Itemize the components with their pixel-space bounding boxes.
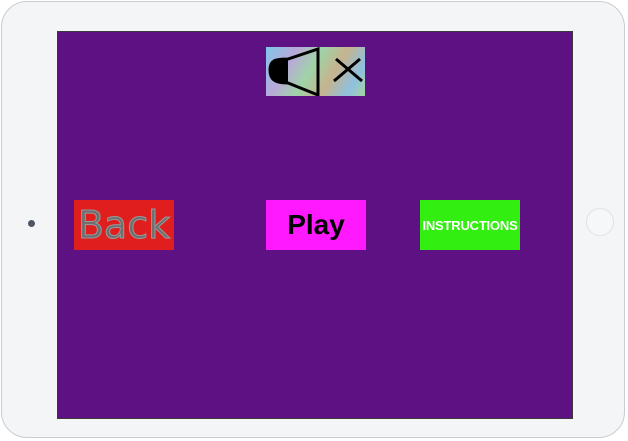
instructions-button-label: INSTRUCTIONS [422, 217, 518, 233]
play-button[interactable]: Play [266, 200, 366, 250]
home-button[interactable] [586, 208, 614, 236]
speaker-muted-icon [268, 47, 363, 96]
mute-toggle-button[interactable] [266, 47, 365, 96]
camera-dot [28, 220, 35, 227]
game-menu-screen: Back Play INSTRUCTIONS [57, 31, 573, 419]
tablet-frame: Back Play INSTRUCTIONS [1, 1, 625, 438]
instructions-button[interactable]: INSTRUCTIONS [420, 200, 520, 250]
play-button-label: Play [287, 209, 345, 240]
back-button[interactable]: Back [74, 200, 174, 250]
back-button-label: Back [77, 203, 171, 248]
